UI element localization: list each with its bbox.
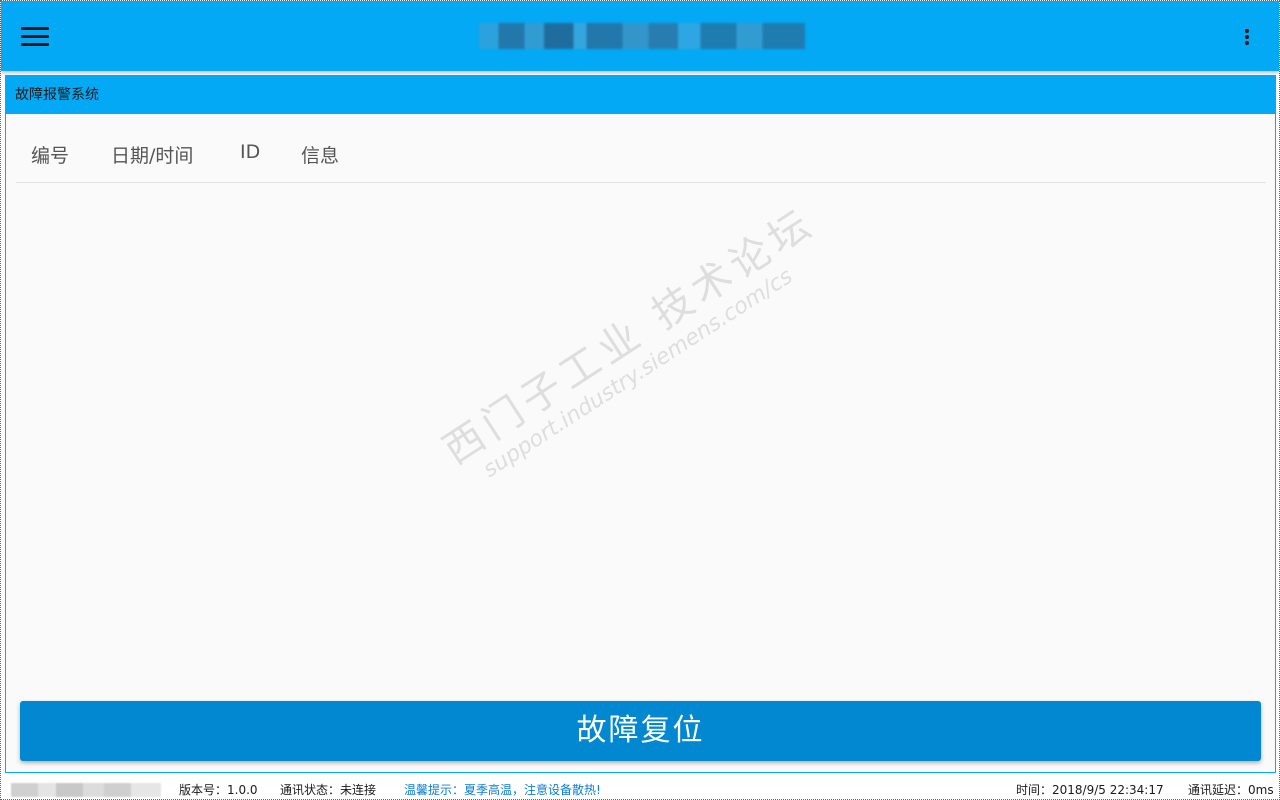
comm-latency: 通讯延迟：0ms — [1188, 783, 1274, 797]
company-logo-blurred — [11, 783, 161, 797]
alarm-table-body[interactable] — [16, 183, 1266, 693]
column-header-info[interactable]: 信息 — [301, 141, 339, 168]
column-header-number[interactable]: 编号 — [31, 141, 69, 168]
app-bar — [1, 1, 1279, 71]
version-label: 版本号：1.0.0 — [179, 783, 258, 797]
tip-message: 温馨提示：夏季高温，注意设备散热! — [404, 783, 601, 797]
hamburger-menu-icon[interactable] — [15, 18, 55, 54]
fault-reset-button[interactable]: 故障复位 — [20, 701, 1261, 761]
status-bar: 版本号：1.0.0 通讯状态：未连接 温馨提示：夏季高温，注意设备散热! 时间：… — [1, 779, 1279, 800]
more-vertical-icon[interactable] — [1235, 23, 1259, 49]
panel-title: 故障报警系统 — [6, 76, 1275, 114]
clock-time: 时间：2018/9/5 22:34:17 — [1016, 783, 1164, 797]
column-header-id[interactable]: ID — [240, 141, 260, 163]
alarm-table-header: 编号 日期/时间 ID 信息 — [16, 127, 1266, 183]
fault-alarm-panel: 故障报警系统 编号 日期/时间 ID 信息 西门子工业 技术论坛 support… — [5, 75, 1276, 773]
connection-status: 通讯状态：未连接 — [280, 783, 377, 797]
app-window: 故障报警系统 编号 日期/时间 ID 信息 西门子工业 技术论坛 support… — [0, 0, 1280, 800]
app-title-blurred — [479, 23, 805, 49]
column-header-datetime[interactable]: 日期/时间 — [111, 141, 193, 168]
